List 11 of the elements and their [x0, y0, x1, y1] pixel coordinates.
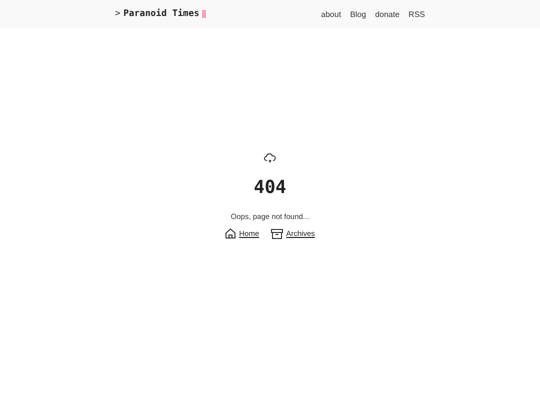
nav-link[interactable]: RSS	[408, 10, 425, 18]
nav-link[interactable]: about	[321, 10, 342, 18]
site-title[interactable]: Paranoid Times	[123, 9, 200, 19]
home-icon	[225, 228, 236, 239]
nav-link[interactable]: Blog	[350, 10, 366, 18]
cursor-block	[202, 10, 206, 18]
nav-link[interactable]: donate	[375, 10, 400, 18]
prompt-symbol: >	[115, 9, 120, 19]
archive-icon	[271, 228, 284, 238]
error-code: 404	[254, 177, 286, 198]
cloud-icon	[264, 153, 276, 164]
